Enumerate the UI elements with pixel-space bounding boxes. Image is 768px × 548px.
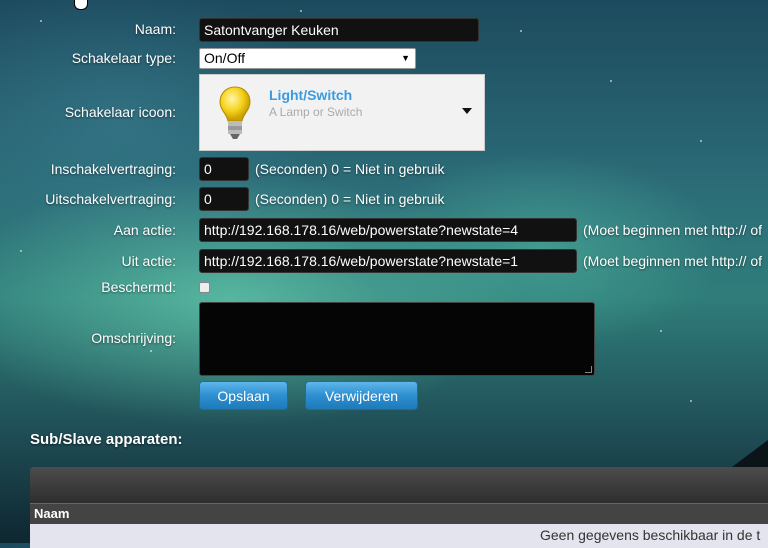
inschakelvertraging-label: Inschakelvertraging: xyxy=(50,161,176,177)
sub-slave-title: Sub/Slave apparaten: xyxy=(30,431,183,448)
beschermd-label: Beschermd: xyxy=(101,279,176,295)
naam-label: Naam: xyxy=(134,21,176,37)
caret-down-icon xyxy=(462,108,472,114)
schakelaar-type-value: On/Off xyxy=(204,50,245,66)
dropdown-arrow-icon: ▼ xyxy=(401,53,410,63)
empty-table-message: Geen gegevens beschikbaar in de t xyxy=(540,527,761,543)
lightbulb-icon xyxy=(219,86,251,139)
inschakelvertraging-hint: (Seconden) 0 = Niet in gebruik xyxy=(255,161,445,177)
uit-actie-label: Uit actie: xyxy=(121,253,176,269)
schakelaar-icoon-picker[interactable]: Light/Switch A Lamp or Switch xyxy=(199,74,485,151)
table-row: Geen gegevens beschikbaar in de t xyxy=(30,524,768,548)
uit-actie-hint: (Moet beginnen met http:// of xyxy=(583,253,762,269)
icoon-subtitle: A Lamp or Switch xyxy=(269,105,363,119)
table-header: Naam xyxy=(30,503,768,525)
aan-actie-label: Aan actie: xyxy=(113,222,176,238)
uitschakelvertraging-input[interactable]: 0 xyxy=(199,187,249,211)
aan-actie-input[interactable]: http://192.168.178.16/web/powerstate?new… xyxy=(199,218,577,242)
delete-button[interactable]: Verwijderen xyxy=(305,381,418,410)
omschrijving-label: Omschrijving: xyxy=(91,330,176,346)
naam-input[interactable]: Satontvanger Keuken xyxy=(199,18,479,42)
uitschakelvertraging-hint: (Seconden) 0 = Niet in gebruik xyxy=(255,191,445,207)
resize-grip-icon[interactable] xyxy=(585,366,592,373)
schakelaar-icoon-label: Schakelaar icoon: xyxy=(64,104,176,120)
icoon-title: Light/Switch xyxy=(269,87,353,103)
uit-actie-input[interactable]: http://192.168.178.16/web/powerstate?new… xyxy=(199,249,577,273)
schakelaar-type-label: Schakelaar type: xyxy=(71,50,176,66)
save-button[interactable]: Opslaan xyxy=(199,381,288,410)
mouse-cursor-icon xyxy=(74,0,88,10)
aan-actie-hint: (Moet beginnen met http:// of xyxy=(583,222,762,238)
beschermd-checkbox[interactable] xyxy=(199,282,210,293)
schakelaar-type-select[interactable]: On/Off ▼ xyxy=(199,48,416,69)
omschrijving-textarea[interactable] xyxy=(199,302,595,376)
table-toolbar xyxy=(30,467,768,503)
inschakelvertraging-input[interactable]: 0 xyxy=(199,157,249,181)
uitschakelvertraging-label: Uitschakelvertraging: xyxy=(45,191,176,207)
column-header-naam[interactable]: Naam xyxy=(34,506,69,521)
